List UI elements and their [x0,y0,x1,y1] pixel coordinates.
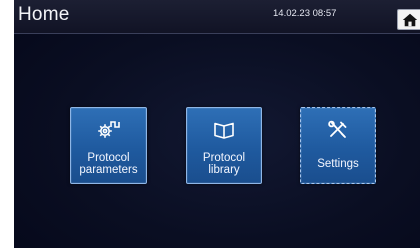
tile-label-line: library [208,164,240,176]
tile-label-line: Protocol [202,152,246,164]
touch-screen: Home 14.02.23 08:57 Protocol parameters [14,0,420,248]
protocol-parameters-label: Protocol parameters [71,152,146,176]
gear-wave-icon [71,120,146,140]
page-title: Home [18,4,70,25]
settings-button[interactable]: Settings [300,107,376,184]
protocol-library-label: Protocol library [187,152,261,176]
tile-label-line: parameters [79,164,138,176]
tools-icon [301,120,375,140]
protocol-parameters-button[interactable]: Protocol parameters [70,107,147,184]
tile-label-line: Protocol [87,152,130,164]
protocol-library-button[interactable]: Protocol library [186,107,262,184]
home-button[interactable] [397,9,420,30]
home-icon [402,13,418,27]
settings-label: Settings [317,158,359,170]
open-book-icon [187,120,261,140]
datetime-display: 14.02.23 08:57 [273,8,337,19]
top-bar: Home 14.02.23 08:57 [14,0,420,34]
